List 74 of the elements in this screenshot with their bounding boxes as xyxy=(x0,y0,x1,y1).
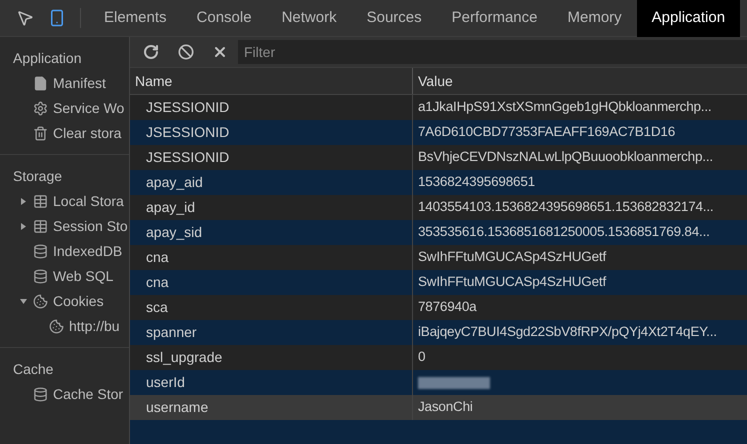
blurred-value xyxy=(418,376,490,388)
sidebar-item[interactable]: Clear stora xyxy=(53,123,122,144)
table-cell-text: SwIhFFtuMGUCASp4SzHUGetf xyxy=(418,248,606,266)
table-cell-text: cna xyxy=(146,273,169,292)
table-cell-text: 7A6D610CBD77353FAEAFF169AC7B1D16 xyxy=(418,123,676,142)
table-cell-text: JSESSIONID xyxy=(146,123,230,142)
table-cell-text: 7876940a xyxy=(418,298,476,316)
sidebar-item[interactable]: Manifest xyxy=(53,73,106,94)
sidebar-item[interactable]: http://bu xyxy=(69,316,120,337)
sidebar-item[interactable]: Session Sto xyxy=(53,216,128,237)
table-row[interactable]: sca 7876940a xyxy=(130,295,747,320)
grid-icon xyxy=(33,194,48,209)
table-row[interactable]: ssl_upgrade 0 xyxy=(130,345,747,370)
section-title: Cache xyxy=(12,360,54,378)
table-cell-text: sca xyxy=(146,298,168,317)
table-row[interactable]: cna SwIhFFtuMGUCASp4SzHUGetf xyxy=(130,245,747,270)
table-cell-text: 353535616.1536851681250005.1536851769.84... xyxy=(418,223,710,242)
disclosure-triangle-icon[interactable] xyxy=(20,198,26,205)
database-icon xyxy=(33,387,48,402)
column-header[interactable]: Name xyxy=(130,68,413,94)
table-cell-text: username xyxy=(146,398,208,417)
sidebar-item[interactable]: Web SQL xyxy=(53,266,114,287)
table-cell-text: apay_aid xyxy=(146,173,203,192)
table-row[interactable]: username JasonChi xyxy=(130,395,747,420)
panel-tab[interactable]: Memory xyxy=(552,0,637,36)
table-cell-text: a1JkaIHpS91XstXSmnGgeb1gHQbkloanmerchp... xyxy=(418,98,712,116)
table-row[interactable]: JSESSIONID BsVhjeCEVDNszNALwLlpQBuuoobkloanmerchp... xyxy=(130,145,747,170)
table-cell-text: BsVhjeCEVDNszNALwLlpQBuuoobkloanmerchp... xyxy=(418,148,713,166)
panel-tab[interactable]: Network xyxy=(266,0,352,36)
table-cell-text: cna xyxy=(146,248,169,267)
grid-icon xyxy=(33,219,48,234)
disclosure-triangle-icon[interactable] xyxy=(20,298,26,305)
table-cell-text: JSESSIONID xyxy=(146,98,230,117)
cookie-icon xyxy=(49,319,64,334)
panel-tab[interactable]: Elements xyxy=(89,0,182,36)
database-icon xyxy=(33,269,48,284)
disclosure-triangle-icon[interactable] xyxy=(20,223,26,230)
table-cell-text: apay_sid xyxy=(146,223,202,242)
table-cell-text: 1536824395698651 xyxy=(418,173,535,192)
section-title: Storage xyxy=(12,166,64,186)
table-cell-text: JSESSIONID xyxy=(146,148,230,167)
sidebar-item[interactable]: Cache Stor xyxy=(53,384,124,405)
database-icon xyxy=(33,244,48,259)
panel-tab[interactable]: Sources xyxy=(352,0,437,36)
settings-icon xyxy=(33,101,48,116)
inspect-icon[interactable] xyxy=(16,9,34,27)
column-header[interactable]: Value xyxy=(413,68,747,94)
device-toolbar-icon[interactable] xyxy=(48,8,66,28)
table-cell-text: apay_id xyxy=(146,198,196,217)
table-cell-text: 0 xyxy=(418,348,426,366)
trash-icon xyxy=(33,126,48,141)
table-cell-text: SwIhFFtuMGUCASp4SzHUGetf xyxy=(418,273,606,292)
table-cell-text: ssl_upgrade xyxy=(146,348,222,367)
table-cell-text: 1403554103.1536824395698651.153682832174... xyxy=(418,198,714,216)
table-cell-text: JasonChi xyxy=(418,398,473,416)
block-icon[interactable] xyxy=(178,44,194,60)
table-row[interactable]: apay_id 1403554103.1536824395698651.153682832174... xyxy=(130,195,747,220)
close-icon[interactable] xyxy=(212,44,228,60)
refresh-icon[interactable] xyxy=(143,44,159,60)
panel-tab[interactable]: Console xyxy=(182,0,267,36)
panel-tab[interactable]: Performance xyxy=(436,0,552,36)
sidebar-item[interactable]: Local Stora xyxy=(53,191,124,212)
table-cell-text: userId xyxy=(146,373,185,392)
table-cell-text: spanner xyxy=(146,323,197,342)
sidebar-item[interactable]: IndexedDB xyxy=(53,241,122,262)
filter-field[interactable]: Filter xyxy=(238,40,747,64)
sidebar-item[interactable]: Service Wo xyxy=(53,98,124,119)
file-icon xyxy=(33,76,48,91)
panel-tab[interactable]: Application xyxy=(636,0,740,36)
cookie-icon xyxy=(33,294,48,309)
section-title: Application xyxy=(12,48,82,68)
table-cell-text: iBajqeyC7BUI4Sgd22SbV8fRPX/pQYj4Xt2T4qEY... xyxy=(418,323,717,342)
table-row[interactable]: JSESSIONID a1JkaIHpS91XstXSmnGgeb1gHQbkloanmerchp... xyxy=(130,95,747,120)
sidebar-item[interactable]: Cookies xyxy=(53,291,104,312)
